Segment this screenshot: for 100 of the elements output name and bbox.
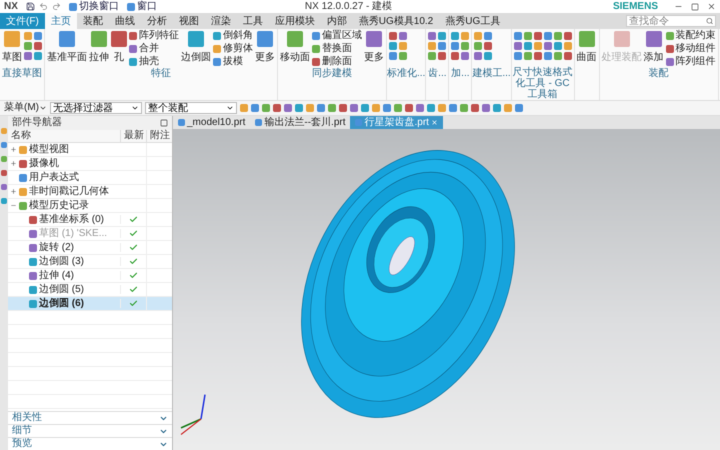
menu-tab[interactable]: 内部 — [320, 13, 353, 29]
collapsible-panel[interactable]: 相关性 — [8, 411, 172, 424]
tool-icon — [366, 31, 382, 47]
menu-tab[interactable]: 装配 — [76, 13, 109, 29]
menu-tab[interactable]: 应用模块 — [268, 13, 321, 29]
menu-tab[interactable]: 主页 — [44, 13, 77, 29]
collapse-icon[interactable] — [10, 202, 17, 209]
expand-icon[interactable] — [10, 146, 17, 153]
filter-dropdown[interactable]: 整个装配 — [145, 102, 237, 114]
tree-item[interactable]: 摄像机 — [29, 156, 59, 171]
caret-icon — [131, 104, 139, 112]
tree-item[interactable]: 模型历史记录 — [29, 198, 89, 213]
menu-tab[interactable]: 工具 — [236, 13, 269, 29]
ribbon-button[interactable]: 基准平面 — [47, 29, 87, 63]
node-icon — [29, 244, 37, 252]
menu-tab[interactable]: 分析 — [140, 13, 173, 29]
collapsible-panel[interactable]: 细节 — [8, 424, 172, 437]
part-icon — [255, 119, 262, 126]
search-icon — [706, 17, 713, 25]
column-header[interactable]: 附注 — [146, 130, 172, 142]
tree-item[interactable]: 边倒圆 (5) — [39, 282, 84, 297]
caret-icon — [226, 104, 234, 112]
tool-icon — [287, 31, 303, 47]
search-field[interactable]: 查找命令 — [626, 15, 716, 27]
node-icon — [19, 174, 27, 182]
ribbon-button[interactable]: 阵列组件 — [666, 56, 716, 68]
menu-tab[interactable]: 燕秀UG工具 — [439, 13, 506, 29]
file-tab[interactable]: _model10.prt — [173, 116, 250, 129]
tool-icon — [614, 31, 630, 47]
node-icon — [19, 202, 27, 210]
resource-icon — [1, 184, 7, 190]
tool-icon — [646, 31, 662, 47]
resource-icon — [1, 156, 7, 162]
resource-icon — [1, 128, 7, 134]
tree-item[interactable]: 非时间戳记几何体 — [29, 184, 109, 199]
node-icon — [29, 300, 37, 308]
ribbon-group-label: 装配 — [648, 68, 669, 79]
window-title: NX 12.0.0.27 - 建模 — [304, 0, 392, 14]
expand-icon[interactable] — [10, 188, 17, 195]
expand-icon[interactable] — [10, 160, 17, 167]
tree-item[interactable]: 基准坐标系 (0) — [39, 212, 104, 227]
save-icon[interactable] — [26, 2, 35, 11]
ribbon-group-label: 加... — [451, 68, 470, 79]
file-tab[interactable]: 输出法兰--套川.prt — [250, 116, 350, 129]
ribbon-group-label: 同步建模 — [312, 68, 352, 79]
ribbon-group-label: 齿... — [428, 68, 447, 79]
axis-triad-icon — [180, 394, 206, 435]
ribbon-group-label: 尺寸快速格式化工具 - GC工具箱 — [512, 67, 574, 100]
ribbon-button[interactable]: 添加 — [644, 29, 664, 63]
menu-tab[interactable]: 视图 — [172, 13, 205, 29]
ribbon-button[interactable]: 更多 — [364, 29, 384, 63]
ribbon-button[interactable]: 阵列特征 — [129, 30, 179, 42]
menu-tab[interactable]: 文件(F) — [0, 13, 45, 29]
tree-item[interactable]: 用户表达式 — [29, 170, 79, 185]
panel-title: 部件导航器 — [12, 117, 62, 129]
menu-tab[interactable]: 曲线 — [108, 13, 141, 29]
ribbon-button[interactable]: 抽壳 — [129, 56, 179, 68]
ribbon-button[interactable]: 边倒圆 — [181, 29, 211, 63]
ribbon-button[interactable]: 更多 — [255, 29, 275, 63]
ribbon-button[interactable]: 移动组件 — [666, 43, 716, 55]
undo-icon[interactable] — [38, 2, 48, 11]
graphics-viewport[interactable] — [173, 129, 720, 450]
collapsible-panel[interactable]: 预览 — [8, 437, 172, 450]
tool-icon — [59, 31, 75, 47]
tool-icon — [4, 31, 20, 47]
close-icon[interactable] — [707, 2, 716, 11]
quick-access-button[interactable]: 窗口 — [126, 0, 157, 12]
tree-item[interactable]: 边倒圆 (3) — [39, 254, 84, 269]
ribbon-group-label: 特征 — [151, 68, 171, 79]
column-header[interactable]: 名称 — [8, 130, 120, 142]
tool-icon — [257, 31, 273, 47]
ribbon-button[interactable]: 倒斜角 — [213, 30, 253, 42]
ribbon-button[interactable]: 拔模 — [213, 56, 253, 68]
ribbon-button[interactable]: 修剪体 — [213, 43, 253, 55]
menu-tab[interactable]: 渲染 — [204, 13, 237, 29]
ribbon-button[interactable]: 合并 — [129, 43, 179, 55]
ribbon-button[interactable]: 删除面 — [312, 56, 362, 68]
ribbon-button[interactable]: 曲面 — [576, 29, 597, 63]
quick-access-button[interactable]: 切换窗口 — [68, 0, 119, 12]
menu-tab[interactable]: 燕秀UG模具10.2 — [352, 13, 440, 29]
app-logo: NX — [4, 0, 18, 12]
maximize-icon[interactable] — [160, 119, 168, 127]
column-header[interactable]: 最新 — [120, 130, 146, 142]
ribbon-button[interactable]: 装配约束 — [666, 30, 716, 42]
resource-icon — [1, 198, 7, 204]
ribbon-button[interactable]: 偏置区域 — [312, 30, 362, 42]
tree-item[interactable]: 拉伸 (4) — [39, 268, 74, 283]
ribbon-button[interactable]: 拉伸 — [89, 29, 109, 63]
ribbon-button[interactable]: 移动面 — [280, 29, 310, 63]
ribbon-button[interactable]: 草图 — [2, 29, 22, 63]
redo-icon[interactable] — [52, 2, 61, 11]
ribbon-button[interactable]: 孔 — [111, 29, 127, 63]
tree-item[interactable]: 旋转 (2) — [39, 240, 74, 255]
filter-dropdown[interactable]: 无选择过滤器 — [50, 102, 142, 114]
tree-item[interactable]: 模型视图 — [29, 142, 69, 157]
maximize-icon[interactable] — [691, 2, 699, 10]
menu-button[interactable]: 菜单(M) — [4, 102, 47, 114]
tool-icon — [578, 31, 595, 47]
ribbon-button[interactable]: 替换面 — [312, 43, 362, 55]
node-icon — [29, 258, 37, 266]
